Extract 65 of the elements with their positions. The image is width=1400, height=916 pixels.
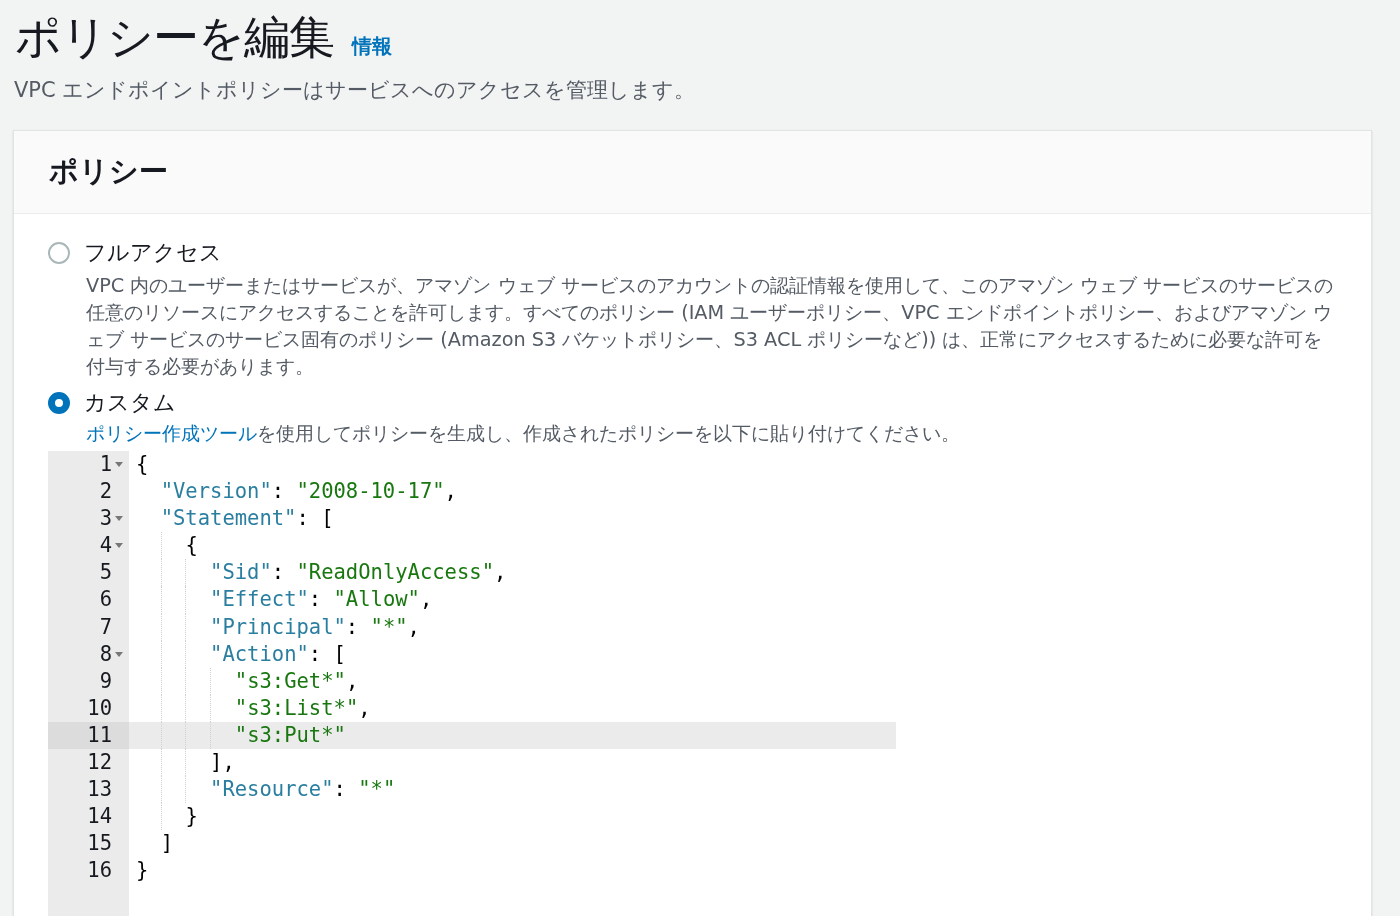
json-key: "Effect" bbox=[210, 587, 309, 612]
line-number: 8 bbox=[99, 640, 112, 668]
line-number: 3 bbox=[99, 505, 112, 533]
json-string: "*" bbox=[370, 614, 408, 639]
policy-generator-link[interactable]: ポリシー作成ツール bbox=[86, 423, 257, 444]
json-string: "ReadOnlyAccess" bbox=[296, 560, 494, 585]
card-title: ポリシー bbox=[49, 153, 168, 190]
fold-caret-icon[interactable] bbox=[115, 651, 123, 657]
json-punctuation: : bbox=[345, 614, 360, 639]
fold-caret-icon[interactable] bbox=[115, 543, 123, 549]
line-number: 1 bbox=[99, 451, 112, 478]
radio-label[interactable]: フルアクセス bbox=[84, 238, 222, 268]
json-punctuation: : bbox=[333, 777, 347, 802]
json-punctuation: , bbox=[345, 668, 359, 693]
json-punctuation: { bbox=[185, 533, 198, 558]
json-key: "Resource" bbox=[210, 777, 334, 802]
json-string: "2008-10-17" bbox=[296, 479, 445, 504]
option-hint: ポリシー作成ツールを使用してポリシーを生成し、作成されたポリシーを以下に貼り付けてください。 bbox=[86, 422, 961, 446]
json-punctuation: { bbox=[136, 452, 149, 476]
info-link[interactable]: 情報 bbox=[352, 33, 392, 60]
json-key: "Sid" bbox=[210, 560, 272, 585]
json-string: "s3:List*" bbox=[234, 695, 359, 720]
line-number: 6 bbox=[99, 586, 112, 614]
line-number: 12 bbox=[87, 749, 112, 777]
radio-button[interactable] bbox=[48, 392, 70, 414]
json-punctuation: : bbox=[308, 587, 323, 612]
radio-button[interactable] bbox=[48, 242, 70, 264]
json-punctuation: } bbox=[136, 858, 149, 883]
json-key: "Statement" bbox=[160, 506, 297, 531]
fold-caret-icon[interactable] bbox=[115, 462, 123, 468]
json-string: "s3:Put*" bbox=[234, 722, 346, 747]
radio-label[interactable]: カスタム bbox=[84, 388, 176, 418]
json-string: "s3:Get*" bbox=[234, 668, 346, 693]
line-number: 7 bbox=[99, 613, 112, 641]
page-title: ポリシーを編集 bbox=[15, 9, 334, 66]
json-punctuation: : [ bbox=[296, 506, 334, 531]
line-number: 11 bbox=[87, 721, 112, 749]
line-number: 16 bbox=[87, 857, 112, 885]
json-key: "Version" bbox=[160, 479, 272, 504]
json-punctuation: , bbox=[419, 587, 433, 612]
json-punctuation: : [ bbox=[308, 641, 346, 666]
fold-caret-icon[interactable] bbox=[115, 516, 123, 522]
line-number: 10 bbox=[87, 694, 112, 722]
json-key: "Principal" bbox=[210, 614, 346, 639]
line-number: 14 bbox=[87, 803, 112, 831]
json-punctuation: ], bbox=[210, 750, 235, 775]
json-string: "*" bbox=[358, 777, 396, 802]
line-number: 9 bbox=[99, 667, 112, 695]
line-number: 4 bbox=[99, 532, 112, 560]
json-punctuation: ] bbox=[160, 831, 174, 856]
json-string: "Allow" bbox=[333, 587, 420, 612]
json-key: "Action" bbox=[210, 641, 309, 666]
line-number: 15 bbox=[87, 830, 112, 858]
json-punctuation: , bbox=[358, 695, 371, 720]
json-punctuation: , bbox=[407, 614, 420, 639]
option-description: VPC 内のユーザーまたはサービスが、アマゾン ウェブ サービスのアカウントの認証情報を使用して、このアマゾン ウェブ サービスのサービスの任意のリソースにアクセスすることを許可します。すべてのポリシー (IAM ユーザーポリシー、VPC エンドポイントポリシー、およびアマゾン ウェブ サービスのサービス固有のポリシー (Amazon S3 バケットポリシー、S3 ACL ポリシーなど)) は、正常にアクセスするために必要な許可を付与する必要があります。 bbox=[86, 273, 1334, 380]
json-punctuation: : bbox=[271, 479, 286, 504]
line-number: 5 bbox=[99, 559, 112, 587]
json-punctuation: : bbox=[271, 560, 286, 585]
page-description: VPC エンドポイントポリシーはサービスへのアクセスを管理します。 bbox=[13, 77, 697, 104]
line-number: 13 bbox=[87, 776, 112, 804]
json-punctuation: , bbox=[494, 560, 507, 585]
json-punctuation: , bbox=[444, 479, 457, 504]
json-punctuation: } bbox=[185, 804, 198, 829]
line-number: 2 bbox=[99, 478, 112, 506]
